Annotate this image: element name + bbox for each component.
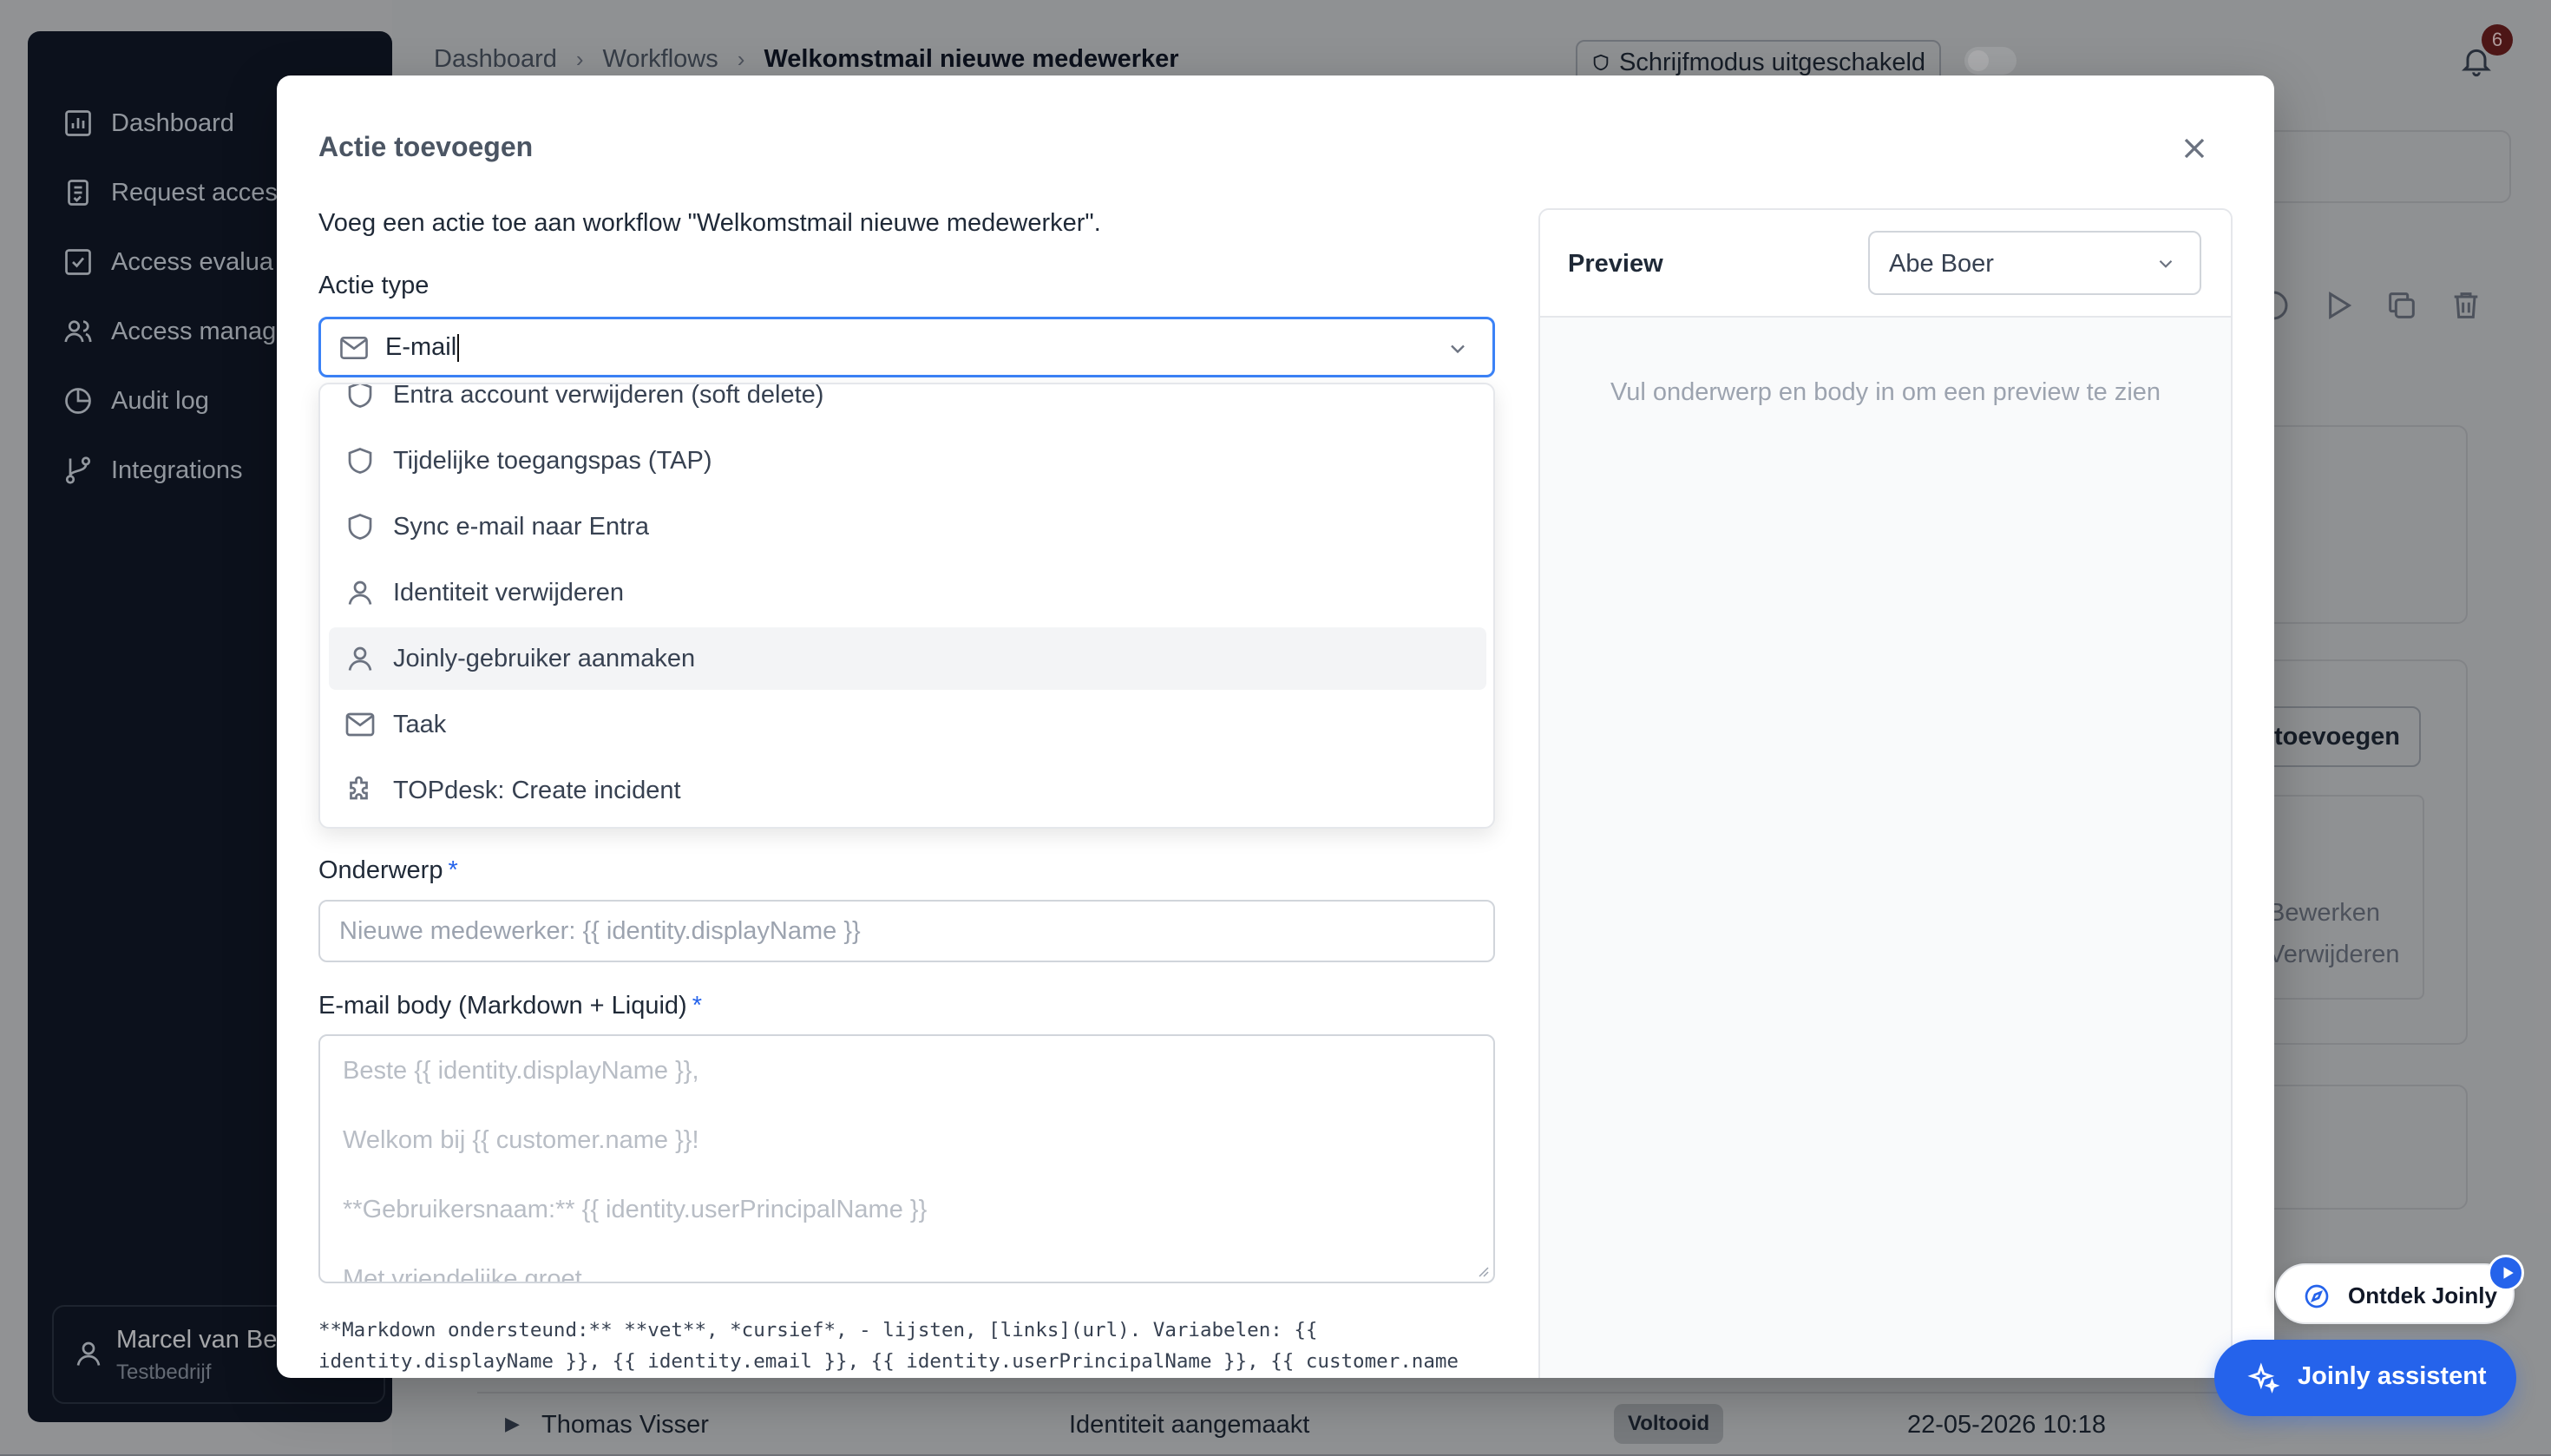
option-label: Tijdelijke toegangspas (TAP) bbox=[393, 447, 712, 475]
shield-icon bbox=[348, 384, 372, 408]
discover-play-button[interactable] bbox=[2488, 1255, 2524, 1291]
required-marker: * bbox=[448, 856, 458, 884]
option-label: Identiteit verwijderen bbox=[393, 579, 624, 607]
add-action-dialog: Actie toevoegen Voeg een actie toe aan w… bbox=[277, 75, 2274, 1378]
option-entra-delete[interactable]: Entra account verwijderen (soft delete) bbox=[329, 383, 1486, 426]
action-type-dropdown: Entra account verwijderen (soft delete) … bbox=[318, 383, 1495, 829]
chevron-down-icon bbox=[2159, 259, 2173, 268]
shield-icon bbox=[348, 514, 372, 540]
puzzle-icon bbox=[350, 776, 368, 800]
shield-icon bbox=[348, 448, 372, 474]
markdown-help-text: **Markdown ondersteund:** **vet**, *curs… bbox=[318, 1319, 1459, 1373]
body-placeholder-line: Beste {{ identity.displayName }}, bbox=[343, 1057, 699, 1085]
subject-label: Onderwerp * bbox=[318, 856, 458, 885]
option-tap[interactable]: Tijdelijke toegangspas (TAP) bbox=[329, 430, 1486, 492]
user-icon bbox=[348, 646, 372, 671]
compass-icon bbox=[2305, 1284, 2329, 1308]
email-body-textarea[interactable]: Beste {{ identity.displayName }}, Welkom… bbox=[318, 1034, 1495, 1283]
option-task[interactable]: Taak bbox=[329, 693, 1486, 756]
mail-icon bbox=[340, 337, 368, 359]
option-delete-identity[interactable]: Identiteit verwijderen bbox=[329, 561, 1486, 624]
body-label: E-mail body (Markdown + Liquid) * bbox=[318, 992, 702, 1020]
action-type-label: Actie type bbox=[318, 272, 430, 299]
body-placeholder-line: **Gebruikersnaam:** {{ identity.userPrin… bbox=[343, 1196, 928, 1223]
option-label: Joinly-gebruiker aanmaken bbox=[393, 645, 696, 672]
discover-joinly-label: Ontdek Joinly bbox=[2348, 1282, 2497, 1308]
user-icon bbox=[348, 580, 372, 605]
preview-header: Preview Abe Boer bbox=[1540, 210, 2231, 318]
preview-panel: Preview Abe Boer Vul onderwerp en body i… bbox=[1538, 208, 2233, 1378]
discover-joinly-button[interactable]: Ontdek Joinly bbox=[2275, 1263, 2515, 1324]
option-topdesk-incident[interactable]: TOPdesk: Create incident bbox=[329, 759, 1486, 822]
chevron-down-icon bbox=[1451, 344, 1465, 354]
option-sync-email[interactable]: Sync e-mail naar Entra bbox=[329, 495, 1486, 558]
preview-empty-text: Vul onderwerp en body in om een preview … bbox=[1610, 378, 2161, 406]
option-label: Entra account verwijderen (soft delete) bbox=[393, 383, 824, 409]
option-label: TOPdesk: Create incident bbox=[393, 777, 681, 804]
resize-handle-icon[interactable] bbox=[1474, 1263, 1490, 1278]
option-label: Taak bbox=[393, 711, 447, 738]
joinly-assistant-label: Joinly assistent bbox=[2298, 1362, 2487, 1390]
subject-label-text: Onderwerp bbox=[318, 856, 443, 884]
mail-icon bbox=[345, 712, 375, 737]
subject-input[interactable] bbox=[318, 900, 1495, 962]
preview-title: Preview bbox=[1568, 250, 1663, 278]
action-type-select[interactable]: E-mail bbox=[318, 317, 1495, 377]
action-type-value: E-mail bbox=[385, 333, 459, 362]
preview-identity-select[interactable]: Abe Boer bbox=[1868, 231, 2201, 295]
option-create-joinly-user[interactable]: Joinly-gebruiker aanmaken bbox=[329, 627, 1486, 690]
body-placeholder-line: Met vriendelijke groet bbox=[343, 1265, 582, 1283]
option-label: Sync e-mail naar Entra bbox=[393, 513, 649, 541]
required-marker: * bbox=[692, 992, 703, 1020]
play-icon bbox=[2503, 1267, 2514, 1279]
joinly-assistant-button[interactable]: Joinly assistent bbox=[2214, 1340, 2516, 1416]
dialog-title: Actie toevoegen bbox=[318, 131, 534, 162]
body-placeholder-line: Welkom bij {{ customer.name }}! bbox=[343, 1126, 699, 1154]
sparkles-icon bbox=[2247, 1362, 2280, 1394]
dialog-description: Voeg een actie toe aan workflow "Welkoms… bbox=[318, 209, 1101, 237]
preview-identity-value: Abe Boer bbox=[1889, 250, 1994, 278]
close-icon[interactable] bbox=[2177, 131, 2212, 166]
body-label-text: E-mail body (Markdown + Liquid) bbox=[318, 992, 687, 1020]
